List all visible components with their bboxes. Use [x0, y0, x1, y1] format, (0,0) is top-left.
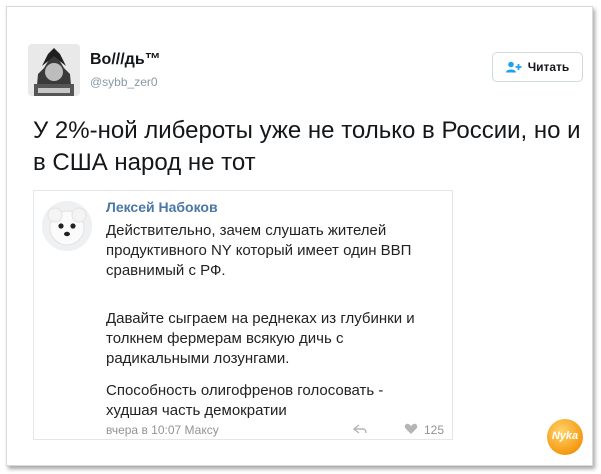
embedded-post-image[interactable]: Лексей Набоков Действительно, зачем слуш… [33, 190, 453, 440]
embedded-paragraph: Действительно, зачем слушать жителей про… [106, 222, 412, 279]
embedded-post-footer: вчера в 10:07 Максу 125 [106, 423, 446, 439]
follow-button[interactable]: Читать [492, 52, 583, 82]
embedded-paragraph: Давайте сыграем на реднеках из глубинки … [106, 310, 415, 367]
user-handle[interactable]: @sybb_zer0 [90, 75, 158, 89]
nyka-logo-text: Nyka [551, 430, 579, 442]
display-name[interactable]: Во///дь™ [90, 51, 161, 69]
tweet-card: Во///дь™ @sybb_zer0 Читать У 2%-ной либе… [6, 6, 593, 466]
embedded-author-avatar [42, 201, 92, 251]
embedded-post-meta: вчера в 10:07 Максу [106, 423, 219, 437]
embedded-author-name: Лексей Набоков [106, 199, 218, 215]
add-user-icon [505, 61, 522, 73]
tweet-text: У 2%-ной либероты уже не только в России… [33, 117, 581, 176]
likes-count: 125 [424, 423, 445, 437]
reply-icon [352, 423, 367, 438]
follow-button-label: Читать [527, 60, 570, 74]
embedded-paragraph: Способность олигофренов голосовать - худ… [106, 382, 384, 419]
nyka-logo: Nyka [547, 419, 583, 455]
avatar-image [28, 44, 80, 96]
heart-icon [404, 423, 418, 438]
dog-avatar-icon [42, 201, 92, 251]
user-avatar[interactable] [28, 44, 80, 96]
